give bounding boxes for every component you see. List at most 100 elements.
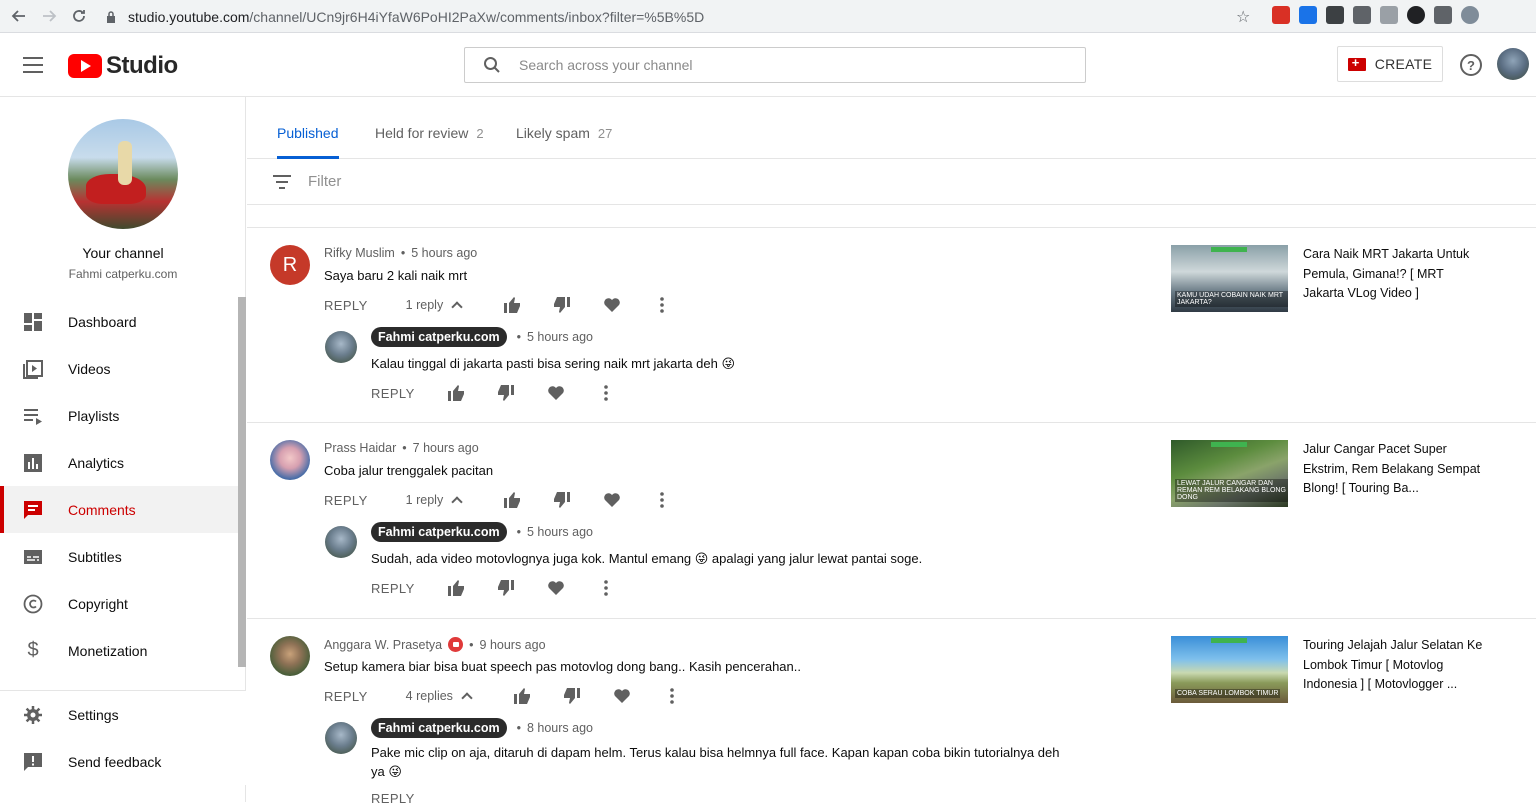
puzzle-icon[interactable]: [1434, 6, 1452, 24]
sidebar-item-subtitles[interactable]: Subtitles: [0, 533, 238, 580]
filter-bar[interactable]: Filter: [247, 159, 1536, 205]
tab-held-for-review[interactable]: Held for review 2: [375, 125, 484, 159]
thumbs-down-icon[interactable]: [563, 687, 581, 705]
video-title[interactable]: Cara Naik MRT Jakarta Untuk Pemula, Gima…: [1303, 245, 1483, 304]
forward-icon[interactable]: [38, 5, 60, 27]
thumbs-up-icon[interactable]: [503, 296, 521, 314]
extension-icon[interactable]: [1326, 6, 1344, 24]
extension-icon[interactable]: [1407, 6, 1425, 24]
chevron-up-icon: [461, 692, 473, 704]
reply-avatar[interactable]: [325, 526, 357, 558]
filter-icon[interactable]: [272, 174, 292, 190]
more-options-icon[interactable]: [663, 687, 681, 705]
reply-actions: REPLY: [371, 384, 615, 402]
separator-dot: •: [516, 721, 521, 735]
reply-button[interactable]: REPLY: [371, 791, 415, 806]
heart-icon[interactable]: [547, 384, 565, 402]
search-icon[interactable]: [483, 56, 501, 74]
video-thumbnail[interactable]: KAMU UDAH COBAIN NAIK MRT JAKARTA?: [1171, 245, 1288, 312]
heart-icon[interactable]: [547, 579, 565, 597]
more-options-icon[interactable]: [653, 491, 671, 509]
tab-likely-spam[interactable]: Likely spam 27: [516, 125, 612, 159]
comment-author[interactable]: Rifky Muslim: [324, 246, 395, 260]
commenter-avatar[interactable]: [270, 440, 310, 480]
sidebar-item-videos[interactable]: Videos: [0, 345, 238, 392]
search-box[interactable]: [464, 47, 1086, 83]
address-bar[interactable]: studio.youtube.com/channel/UCn9jr6H4iYfa…: [104, 4, 1264, 29]
heart-icon[interactable]: [603, 491, 621, 509]
more-options-icon[interactable]: [597, 384, 615, 402]
more-options-icon[interactable]: [653, 296, 671, 314]
commenter-avatar[interactable]: R: [270, 245, 310, 285]
create-button[interactable]: CREATE: [1337, 46, 1443, 82]
video-title[interactable]: Jalur Cangar Pacet Super Ekstrim, Rem Be…: [1303, 440, 1483, 499]
sidebar-item-settings[interactable]: Settings: [0, 691, 246, 738]
sidebar-item-send-feedback[interactable]: Send feedback: [0, 738, 246, 785]
sidebar-item-analytics[interactable]: Analytics: [0, 439, 238, 486]
channel-avatar[interactable]: [68, 119, 178, 229]
comment-author[interactable]: Anggara W. Prasetya: [324, 638, 442, 652]
calendar-extension-icon[interactable]: [1272, 6, 1290, 24]
reply-avatar[interactable]: [325, 331, 357, 363]
youtube-logo-icon: [68, 54, 102, 78]
reply-button[interactable]: REPLY: [324, 493, 368, 508]
channel-owner-chip[interactable]: Fahmi catperku.com: [371, 327, 507, 347]
video-title[interactable]: Touring Jelajah Jalur Selatan Ke Lombok …: [1303, 636, 1483, 695]
sidebar-item-dashboard[interactable]: Dashboard: [0, 298, 238, 345]
thumbs-up-icon[interactable]: [447, 579, 465, 597]
heart-icon[interactable]: [613, 687, 631, 705]
channel-owner-chip[interactable]: Fahmi catperku.com: [371, 718, 507, 738]
url-host: studio.youtube.com: [128, 8, 250, 25]
reply-time[interactable]: 8 hours ago: [527, 721, 593, 735]
profile-avatar-icon[interactable]: [1461, 6, 1479, 24]
chevron-up-icon: [451, 301, 463, 313]
reply-button[interactable]: REPLY: [371, 581, 415, 596]
sidebar-item-copyright[interactable]: Copyright: [0, 580, 238, 627]
reply-time[interactable]: 5 hours ago: [527, 330, 593, 344]
reply-button[interactable]: REPLY: [324, 298, 368, 313]
reply-button[interactable]: REPLY: [324, 689, 368, 704]
tab-published[interactable]: Published: [277, 125, 339, 159]
extension-icon[interactable]: [1380, 6, 1398, 24]
sidebar-scrollbar[interactable]: [238, 297, 246, 667]
search-input[interactable]: [519, 57, 1039, 73]
replies-toggle[interactable]: 1 reply: [406, 298, 463, 313]
thumbs-up-icon[interactable]: [503, 491, 521, 509]
comment-author[interactable]: Prass Haidar: [324, 441, 396, 455]
sidebar-item-playlists[interactable]: Playlists: [0, 392, 238, 439]
reply-header: Fahmi catperku.com • 8 hours ago: [371, 718, 593, 738]
profile-extension-icon[interactable]: [1299, 6, 1317, 24]
reply-time[interactable]: 5 hours ago: [527, 525, 593, 539]
thumbs-down-icon[interactable]: [497, 579, 515, 597]
channel-owner-chip[interactable]: Fahmi catperku.com: [371, 522, 507, 542]
heart-icon[interactable]: [603, 296, 621, 314]
replies-toggle[interactable]: 1 reply: [406, 493, 463, 508]
thumbs-down-icon[interactable]: [553, 296, 571, 314]
studio-logo[interactable]: Studio: [68, 52, 178, 80]
thumbs-down-icon[interactable]: [553, 491, 571, 509]
back-icon[interactable]: [8, 5, 30, 27]
thumbs-down-icon[interactable]: [497, 384, 515, 402]
bookmark-star-icon[interactable]: ☆: [1236, 7, 1250, 27]
extension-icon[interactable]: [1353, 6, 1371, 24]
replies-toggle[interactable]: 4 replies: [406, 689, 473, 704]
reply-avatar[interactable]: [325, 722, 357, 754]
menu-icon[interactable]: [23, 57, 43, 73]
comment-time[interactable]: 7 hours ago: [413, 441, 479, 455]
reload-icon[interactable]: [68, 5, 90, 27]
more-options-icon[interactable]: [597, 579, 615, 597]
thumbs-up-icon[interactable]: [513, 687, 531, 705]
sidebar-item-monetization[interactable]: $ Monetization: [0, 627, 238, 674]
sidebar-item-comments[interactable]: Comments: [0, 486, 238, 533]
comment-time[interactable]: 9 hours ago: [480, 638, 546, 652]
thumbnail-caption: COBA SERAU LOMBOK TIMUR: [1175, 689, 1281, 698]
commenter-avatar[interactable]: [270, 636, 310, 676]
account-avatar[interactable]: [1497, 48, 1529, 80]
comment-tabs: Published Held for review 2 Likely spam 27: [247, 97, 1536, 159]
video-thumbnail[interactable]: COBA SERAU LOMBOK TIMUR: [1171, 636, 1288, 703]
thumbs-up-icon[interactable]: [447, 384, 465, 402]
video-thumbnail[interactable]: LEWAT JALUR CANGAR DAN REMAN REM BELAKAN…: [1171, 440, 1288, 507]
reply-button[interactable]: REPLY: [371, 386, 415, 401]
help-icon[interactable]: ?: [1460, 54, 1482, 76]
comment-time[interactable]: 5 hours ago: [411, 246, 477, 260]
